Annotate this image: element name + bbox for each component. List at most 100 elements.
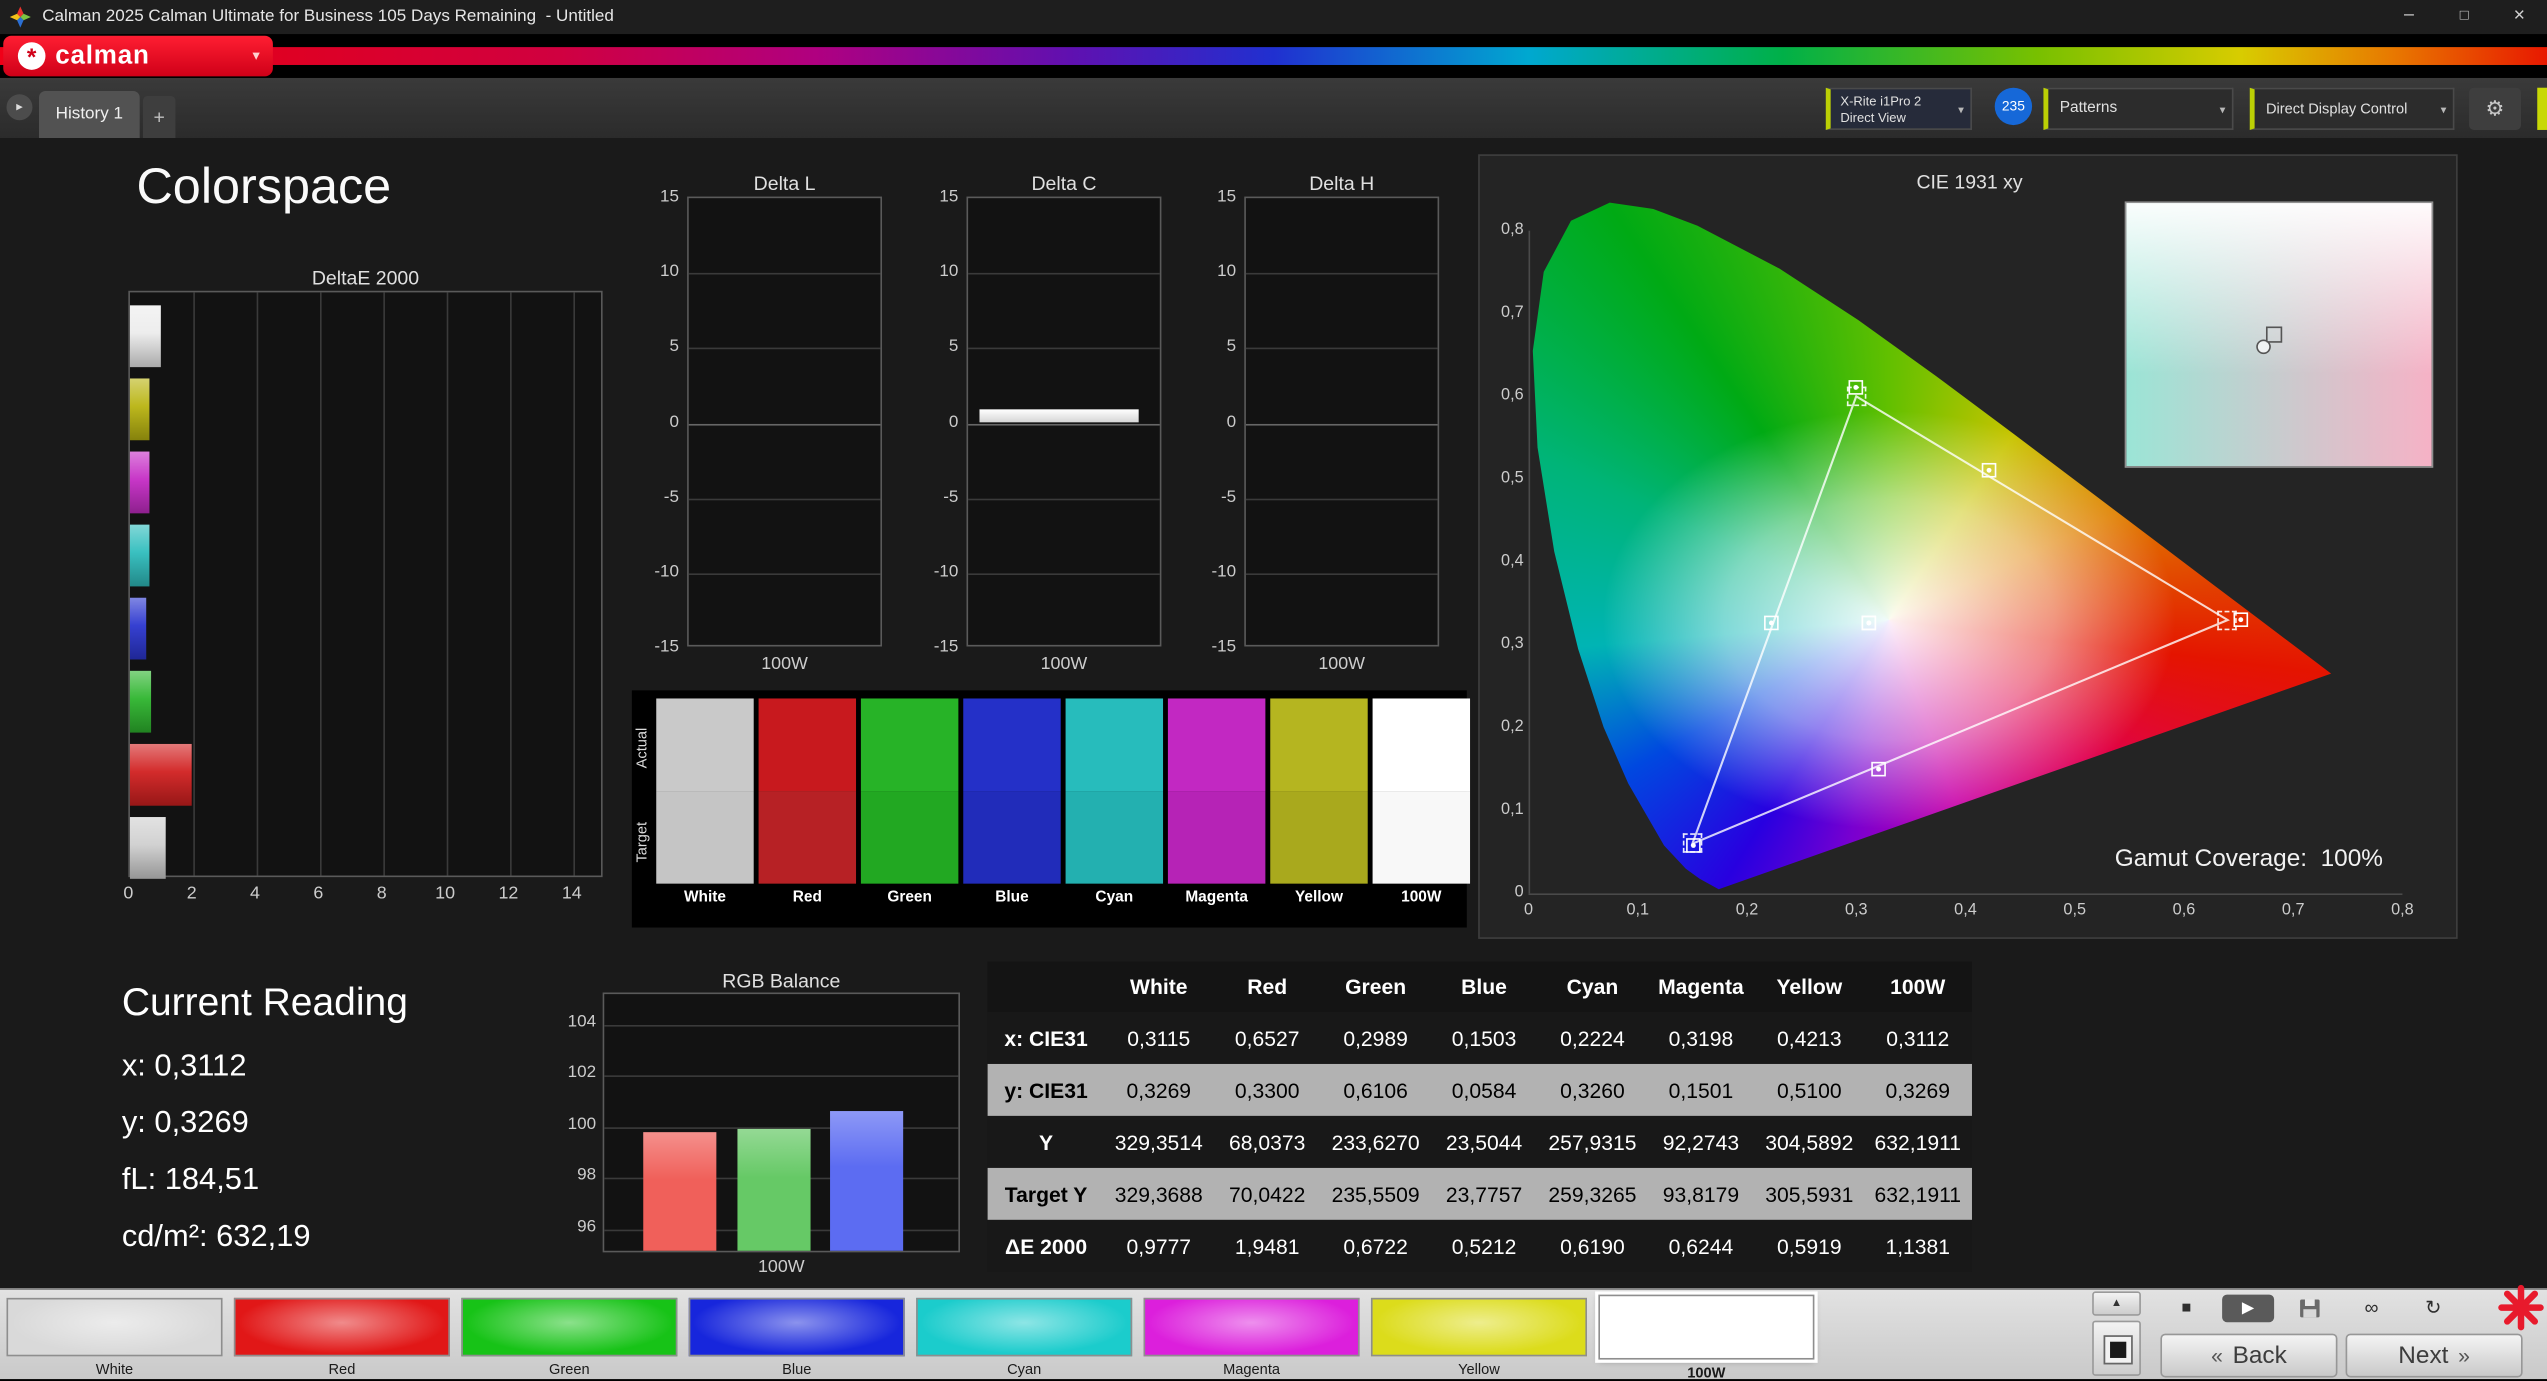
row-label: ΔE 2000 <box>1005 1233 1088 1259</box>
gridline <box>688 273 881 275</box>
delta-chart-plot <box>1244 196 1440 647</box>
target-swatch <box>1270 791 1368 884</box>
pattern-button-100w[interactable]: 100W <box>1598 1294 1815 1381</box>
next-button[interactable]: Next » <box>2345 1333 2523 1378</box>
pattern-swatch <box>461 1297 678 1357</box>
rgb-bar-red <box>643 1132 717 1251</box>
cie-measured-point-magenta <box>1870 761 1886 777</box>
table-cell: 93,8179 <box>1662 1181 1740 1207</box>
column-header: Cyan <box>1566 974 1619 999</box>
table-corner-cell <box>988 962 1105 1012</box>
pattern-button-blue[interactable]: Blue <box>688 1295 905 1379</box>
swatch-column-yellow: Yellow <box>1270 690 1368 927</box>
rgb-balance-title: RGB Balance <box>722 969 841 993</box>
gridline <box>604 1024 959 1027</box>
pattern-button-red[interactable]: Red <box>233 1295 450 1379</box>
minimize-button[interactable]: – <box>2381 0 2436 34</box>
target-swatch <box>860 791 959 884</box>
current-reading-title: Current Reading <box>121 981 408 1025</box>
axis-tick-label: -10 <box>933 561 959 582</box>
display-window-button[interactable] <box>2092 1320 2141 1376</box>
gridline <box>256 292 259 876</box>
meter-count-badge[interactable]: 235 <box>1994 87 2033 126</box>
table-cell: 304,5892 <box>1765 1129 1854 1155</box>
axis-tick-label: 98 <box>577 1164 597 1185</box>
meter-dropdown[interactable]: X-Rite i1Pro 2 Direct View ▾ <box>1825 87 1972 130</box>
pattern-label: Red <box>328 1361 356 1378</box>
gridline <box>1245 273 1438 275</box>
pattern-button-yellow[interactable]: Yellow <box>1370 1295 1587 1379</box>
play-icon[interactable]: ▶ <box>2222 1294 2275 1323</box>
axis-label: 100W <box>1040 654 1088 675</box>
axis-tick-label: 5 <box>948 336 959 357</box>
close-button[interactable]: × <box>2492 0 2547 34</box>
pattern-button-green[interactable]: Green <box>461 1295 678 1379</box>
pattern-button-cyan[interactable]: Cyan <box>916 1295 1133 1379</box>
table-row: x: CIE31 0,3115 0,6527 0,2989 0,1503 0,2224 0,… <box>987 1011 1972 1064</box>
table-cell: 233,6270 <box>1331 1129 1420 1155</box>
swatch-label: Blue <box>995 888 1029 907</box>
axis-tick-label: 100 <box>567 1113 597 1134</box>
axis-tick-label: 0 <box>948 411 959 432</box>
table-cell: 23,7757 <box>1445 1181 1523 1207</box>
pattern-label: Yellow <box>1458 1361 1500 1378</box>
gridline <box>688 498 881 500</box>
table-cell: 0,6190 <box>1560 1233 1625 1259</box>
pattern-swatch <box>6 1297 223 1357</box>
display-control-dropdown[interactable]: Direct Display Control ▾ <box>2249 87 2455 130</box>
table-cell: 0,6722 <box>1343 1233 1408 1259</box>
stop-icon[interactable]: ■ <box>2160 1295 2212 1323</box>
axis-tick-label: 2 <box>186 883 197 904</box>
calman-app-icon <box>9 6 31 28</box>
table-row: Target Y 329,3688 70,0422 235,5509 23,7757 25… <box>987 1167 1972 1220</box>
back-chevron-icon: « <box>2211 1343 2223 1368</box>
tab-history-1[interactable]: History 1 <box>38 90 140 139</box>
rgb-bar-green <box>736 1129 810 1251</box>
chart-title: Delta L <box>753 172 816 195</box>
pattern-button-white[interactable]: White <box>6 1295 223 1379</box>
patterns-dropdown[interactable]: Patterns ▾ <box>2043 87 2234 130</box>
back-button[interactable]: « Back <box>2160 1333 2338 1378</box>
pattern-label: 100W <box>1687 1364 1726 1381</box>
table-cell: 632,1911 <box>1874 1129 1962 1155</box>
gridline <box>319 292 322 876</box>
axis-label: 100W <box>1318 654 1366 675</box>
deltae-bar-white <box>129 305 161 368</box>
column-header: 100W <box>1890 974 1946 999</box>
pattern-swatch <box>1143 1297 1360 1357</box>
axis-tick-label: 5 <box>1226 336 1237 357</box>
axis-tick-label: 15 <box>1217 186 1237 207</box>
deltae-x-axis: 0 2 4 6 8 10 12 14 <box>123 883 602 907</box>
table-cell: 0,5919 <box>1777 1233 1842 1259</box>
gear-icon[interactable]: ⚙ <box>2469 87 2522 130</box>
calman-logo-menu[interactable]: * calman ▾ <box>3 35 273 77</box>
actual-row-label: Actual <box>633 727 650 769</box>
reading-y: y: 0,3269 <box>121 1106 249 1141</box>
tab-scroll-button[interactable]: ▸ <box>6 94 33 121</box>
target-swatch <box>758 791 857 884</box>
gridline <box>688 573 881 575</box>
calman-logo-text: calman <box>55 41 150 70</box>
edge-accent <box>2537 87 2547 130</box>
continuous-measure-icon[interactable]: ∞ <box>2346 1295 2398 1323</box>
table-cell: 0,3260 <box>1560 1077 1625 1103</box>
swatch-column-red: Red <box>758 690 857 927</box>
gridline <box>604 1075 959 1078</box>
measurement-table: White Red Green Blue Cyan Magenta Yellow 100W x:… <box>987 961 1972 1272</box>
reading-fl: fL: 184,51 <box>121 1163 260 1198</box>
actual-swatch <box>963 698 1061 792</box>
pattern-button-magenta[interactable]: Magenta <box>1143 1295 1360 1379</box>
add-tab-button[interactable]: + <box>142 95 176 139</box>
column-header: Yellow <box>1776 974 1843 999</box>
maximize-button[interactable]: □ <box>2437 0 2492 34</box>
table-header-row: White Red Green Blue Cyan Magenta Yellow 100W <box>987 961 1972 1012</box>
axis-tick-label: 0 <box>669 411 679 432</box>
swatch-label: Green <box>887 888 932 907</box>
refresh-icon[interactable]: ↻ <box>2407 1295 2459 1323</box>
axis-tick-label: 5 <box>669 336 679 357</box>
gridline <box>1245 498 1438 500</box>
save-icon[interactable] <box>2284 1295 2336 1323</box>
swatch-label: 100W <box>1401 888 1442 907</box>
actual-swatch <box>758 698 857 792</box>
panel-expand-button[interactable]: ▲ <box>2092 1291 2141 1316</box>
